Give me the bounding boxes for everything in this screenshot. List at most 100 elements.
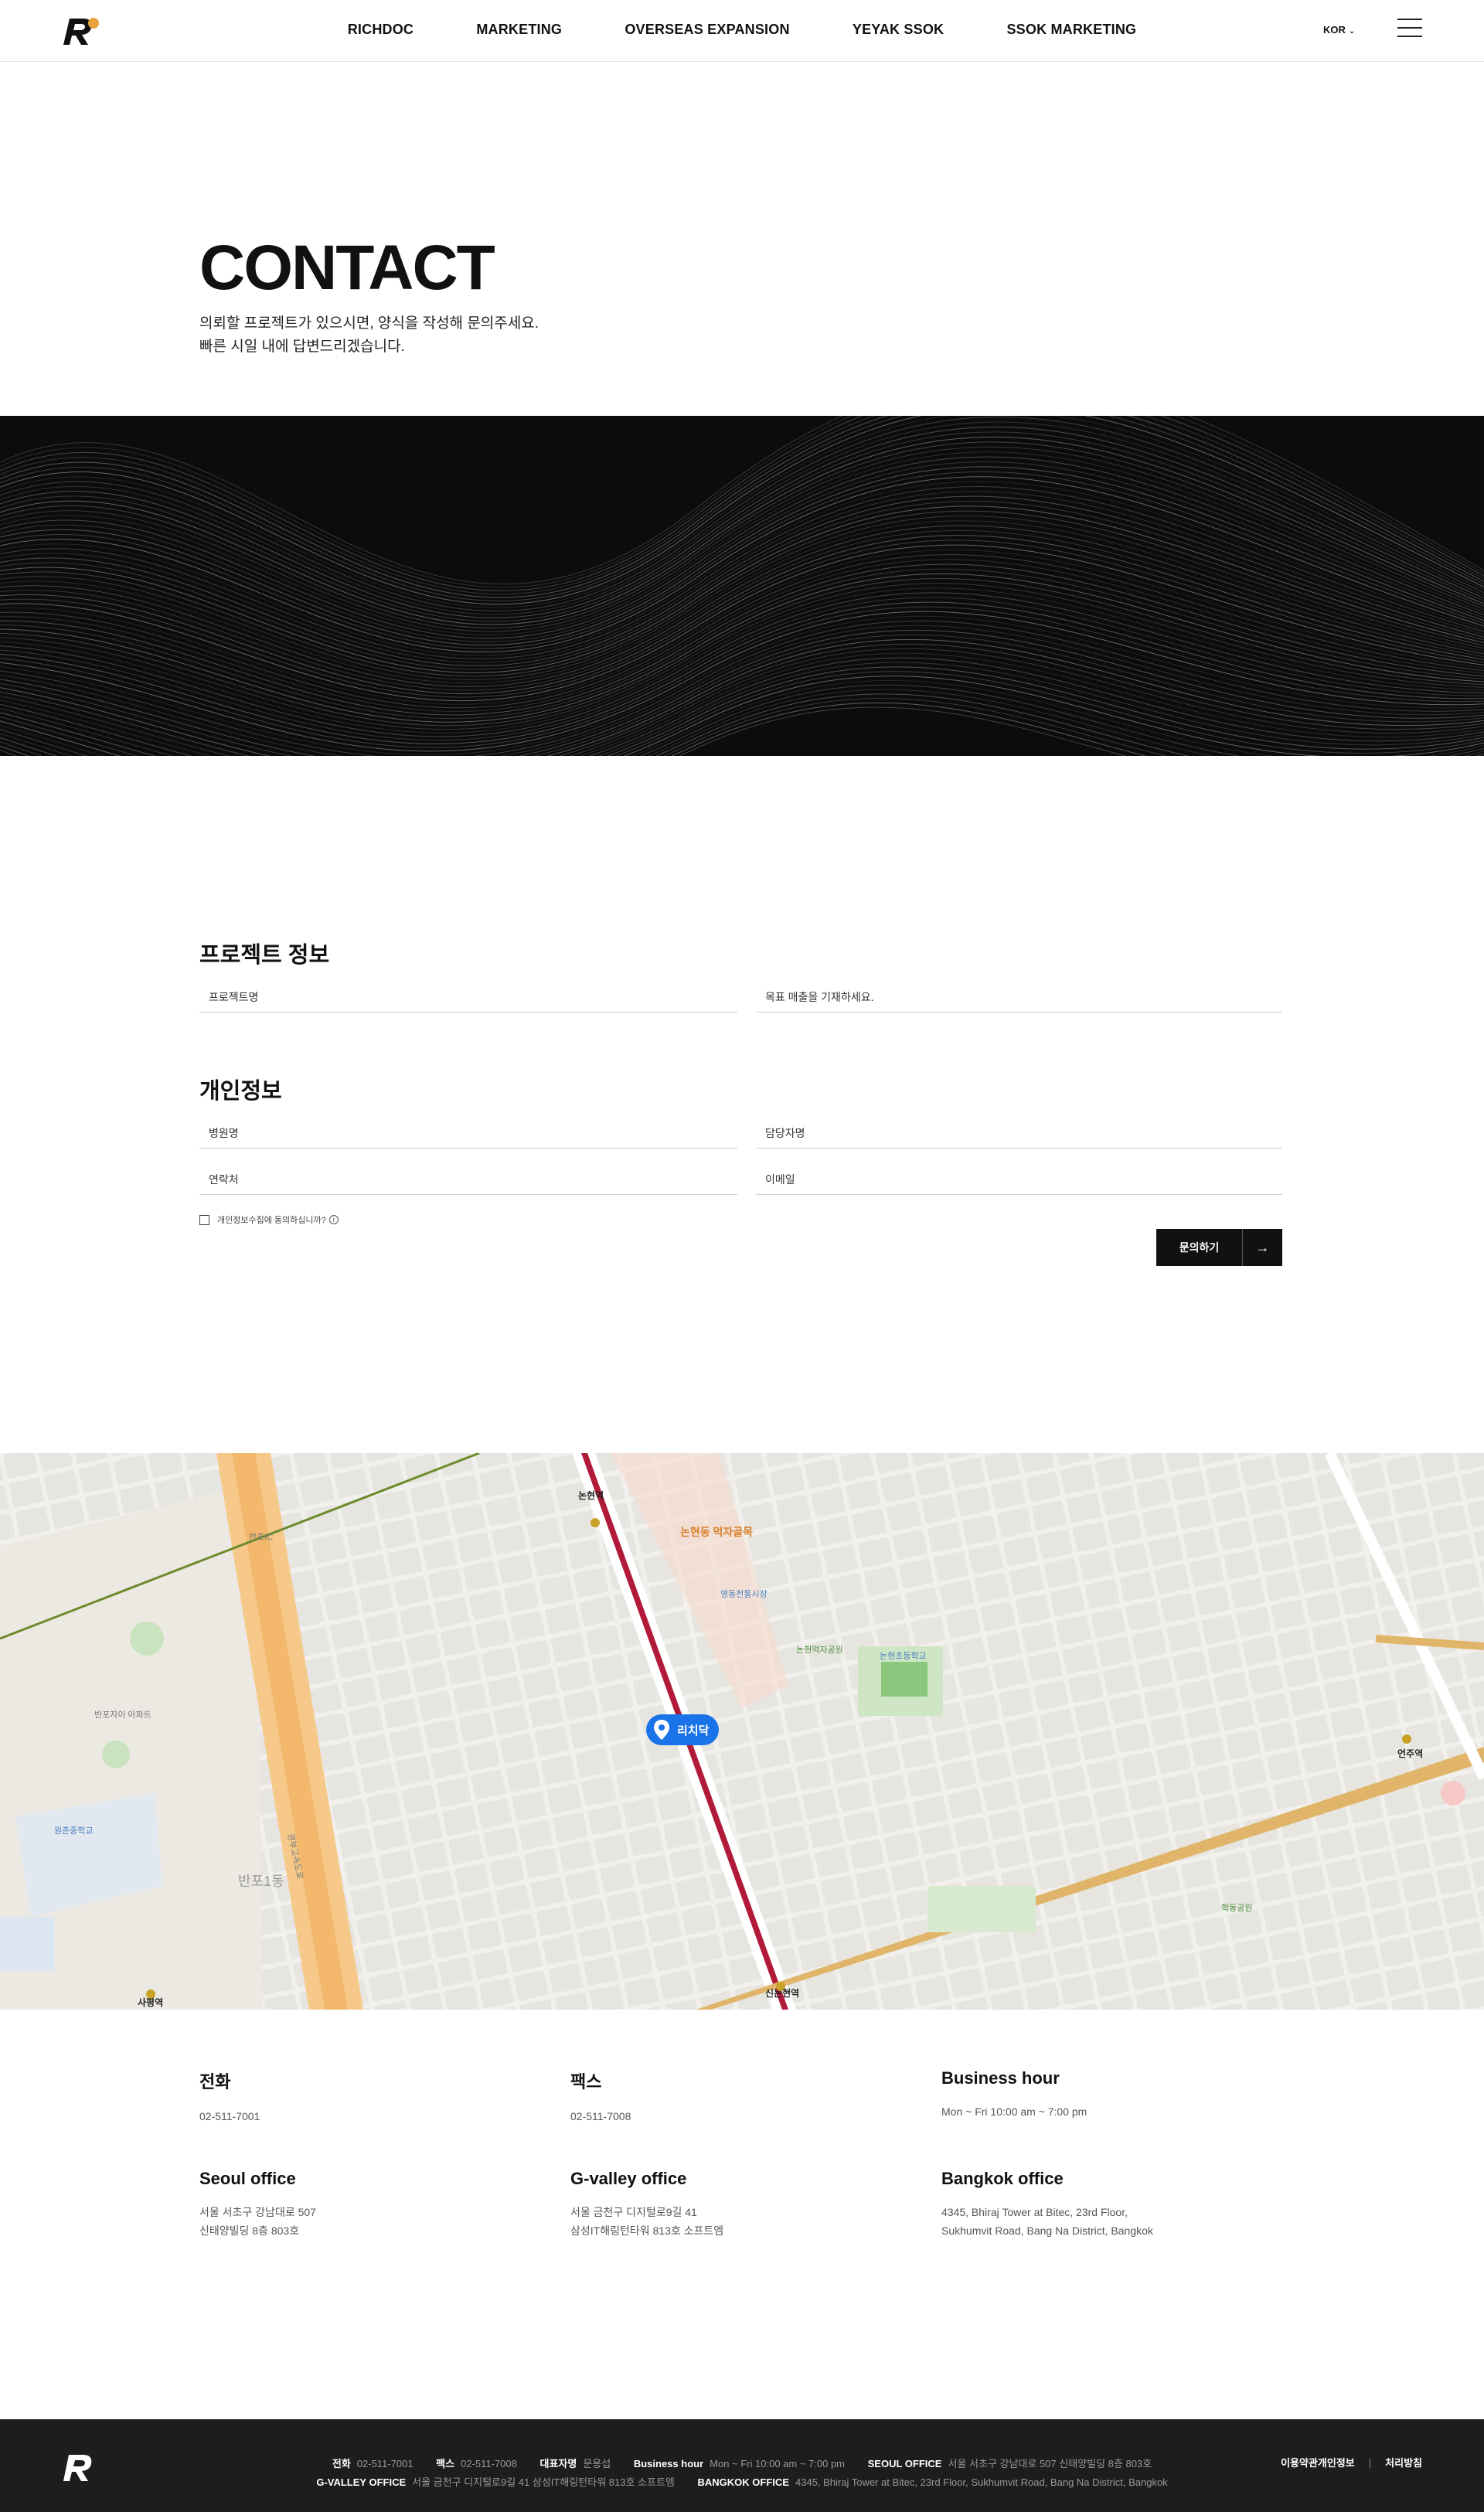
gvalley-office-title: G-valley office [570, 2169, 687, 2188]
footer-link-separator: | [1368, 2457, 1372, 2469]
map-label-banpo-ic: 반포IC [249, 1533, 274, 1542]
phone-input[interactable] [209, 1173, 728, 1186]
location-pin-icon [654, 1720, 669, 1740]
wave-line [0, 638, 1484, 756]
bangkok-office-title: Bangkok office [941, 2169, 1064, 2188]
manager-name-field[interactable] [756, 1122, 1282, 1149]
footer-gvalley: 서울 금천구 디지털로9길 41 삼성IT해링턴타워 813호 소프트엠 [412, 2476, 675, 2488]
bangkok-office-info: Bangkok office 4345, Bhiraj Tower at Bit… [941, 2169, 1153, 2240]
hospital-name-input[interactable] [209, 1127, 728, 1139]
manager-name-input[interactable] [765, 1127, 1273, 1139]
nav-overseas-expansion[interactable]: OVERSEAS EXPANSION [625, 22, 789, 38]
submit-inquiry-button[interactable]: 문의하기 → [1156, 1229, 1282, 1266]
map-label-eonju-station: 언주역 [1397, 1748, 1424, 1759]
bangkok-address-1: 4345, Bhiraj Tower at Bitec, 23rd Floor, [941, 2206, 1128, 2218]
nav-yeyak-ssok[interactable]: YEYAK SSOK [853, 22, 944, 38]
wave-line [0, 416, 1484, 605]
privacy-consent: 개인정보수집에 동의하십니까? i [199, 1213, 339, 1226]
fax-title: 팩스 [570, 2072, 602, 2092]
chevron-down-icon: ⌄ [1348, 27, 1356, 36]
footer-phone-label: 전화 [332, 2458, 351, 2469]
page-title: CONTACT [199, 233, 495, 303]
main-nav: RICHDOC MARKETING OVERSEAS EXPANSION YEY… [0, 22, 1484, 38]
wave-line [0, 416, 1484, 595]
hospital-name-field[interactable] [199, 1122, 737, 1149]
footer-company-info: 전화 02-511-7001 팩스 02-511-7008 대표자명 문용섭 Busi… [0, 2455, 1484, 2492]
gvalley-address-2: 삼성IT해링턴타워 813호 소프트엠 [570, 2224, 724, 2237]
language-selector[interactable]: KOR ⌄ [1323, 24, 1355, 36]
map-label-yeongdong-market: 영동전통시장 [720, 1590, 768, 1599]
language-label: KOR [1323, 24, 1346, 36]
phone-title: 전화 [199, 2072, 231, 2092]
hamburger-menu-icon[interactable] [1397, 19, 1422, 42]
footer-bangkok: 4345, Bhiraj Tower at Bitec, 23rd Floor,… [795, 2476, 1168, 2488]
wave-line [0, 563, 1484, 716]
wave-line [0, 698, 1168, 756]
footer-line-2: G-VALLEY OFFICE 서울 금천구 디지털로9길 41 삼성IT해링턴타… [0, 2473, 1484, 2492]
footer-ceo-label: 대표자명 [539, 2458, 577, 2469]
nav-marketing[interactable]: MARKETING [476, 22, 562, 38]
nav-richdoc[interactable]: RICHDOC [348, 22, 414, 38]
project-name-input[interactable] [209, 991, 728, 1003]
email-field[interactable] [756, 1169, 1282, 1195]
email-input[interactable] [765, 1173, 1273, 1186]
footer-fax: 02-511-7008 [461, 2458, 517, 2469]
wave-line [0, 416, 1484, 608]
gvalley-address-1: 서울 금천구 디지털로9길 41 [570, 2206, 697, 2218]
site-footer: 전화 02-511-7001 팩스 02-511-7008 대표자명 문용섭 Busi… [0, 2419, 1484, 2512]
seoul-office-info: Seoul office 서울 서초구 강남대로 507 신태양빌딩 8층 80… [199, 2169, 316, 2240]
map-label-hakdong-park: 학동공원 [1221, 1904, 1253, 1913]
personal-info-heading: 개인정보 [199, 1079, 282, 1104]
page-description: 의뢰할 프로젝트가 있으시면, 양식을 작성해 문의주세요. 빠른 시일 내에 … [199, 312, 539, 359]
map-label-nonhyeon-station: 논현역 [578, 1490, 604, 1501]
fax-number: 02-511-7008 [570, 2110, 631, 2122]
footer-ceo: 문용섭 [583, 2458, 611, 2469]
wave-line [0, 495, 1484, 666]
site-header: RICHDOC MARKETING OVERSEAS EXPANSION YEY… [0, 0, 1484, 62]
wave-line [0, 671, 1484, 756]
description-line-1: 의뢰할 프로젝트가 있으시면, 양식을 작성해 문의주세요. [199, 315, 539, 332]
consent-label: 개인정보수집에 동의하십니까? [217, 1216, 326, 1225]
footer-phone: 02-511-7001 [356, 2458, 414, 2469]
business-hour-value: Mon ~ Fri 10:00 am ~ 7:00 pm [941, 2105, 1087, 2118]
bangkok-address-2: Sukhumvit Road, Bang Na District, Bangko… [941, 2224, 1153, 2237]
submit-label: 문의하기 [1179, 1241, 1220, 1254]
phone-field[interactable] [199, 1169, 737, 1195]
description-line-2: 빠른 시일 내에 답변드리겠습니다. [199, 339, 405, 355]
map-label-nonhyeon-park: 논현먹자공원 [796, 1646, 843, 1655]
footer-line-1: 전화 02-511-7001 팩스 02-511-7008 대표자명 문용섭 Busi… [0, 2455, 1484, 2473]
info-icon[interactable]: i [328, 1215, 339, 1224]
processing-policy-link[interactable]: 처리방침 [1385, 2457, 1422, 2469]
map-label-food-street: 논현동 먹자골목 [680, 1526, 754, 1538]
footer-hours: Mon ~ Fri 10:00 am ~ 7:00 pm [710, 2458, 846, 2469]
project-name-field[interactable] [199, 986, 737, 1013]
business-hour-info: Business hour Mon ~ Fri 10:00 am ~ 7:00 … [941, 2068, 1087, 2121]
seoul-address-1: 서울 서초구 강남대로 507 [199, 2206, 316, 2218]
business-hour-title: Business hour [941, 2068, 1060, 2088]
footer-links: 이용약관개인정보 | 처리방침 [1281, 2455, 1422, 2469]
wave-pattern [0, 416, 1484, 756]
footer-fax-label: 팩스 [436, 2458, 455, 2469]
arrow-right-icon: → [1242, 1229, 1282, 1266]
footer-bangkok-label: BANGKOK OFFICE [697, 2476, 789, 2488]
map-label-wonchon-middle: 원촌중학교 [54, 1826, 94, 1836]
terms-privacy-link[interactable]: 이용약관개인정보 [1281, 2457, 1355, 2469]
map-label-banpo1dong: 반포1동 [238, 1874, 284, 1889]
map-label-banpo-apartment: 반포자이 아파트 [94, 1710, 151, 1720]
footer-hours-label: Business hour [633, 2458, 704, 2469]
map-location-marker[interactable]: 리치닥 [646, 1714, 719, 1750]
nav-ssok-marketing[interactable]: SSOK MARKETING [1006, 22, 1136, 38]
seoul-address-2: 신태양빌딩 8층 803호 [199, 2224, 300, 2237]
map-label-elementary-school: 논현초등학교 [880, 1652, 927, 1661]
location-map[interactable]: 논현역 신논현역 언주역 사평역 반포1동 논현동 먹자골목 논현먹자공원 논현… [0, 1453, 1484, 2010]
project-info-heading: 프로젝트 정보 [199, 943, 330, 968]
seoul-office-title: Seoul office [199, 2169, 296, 2188]
wave-banner-image [0, 416, 1484, 756]
target-sales-input[interactable] [765, 991, 1273, 1003]
consent-checkbox[interactable] [199, 1214, 209, 1225]
footer-seoul-label: SEOUL OFFICE [867, 2458, 942, 2469]
footer-seoul: 서울 서초구 강남대로 507 신태양빌딩 8층 803호 [948, 2458, 1152, 2469]
phone-number[interactable]: 02-511-7001 [199, 2107, 260, 2126]
target-sales-field[interactable] [756, 986, 1282, 1013]
wave-line [0, 706, 1127, 756]
